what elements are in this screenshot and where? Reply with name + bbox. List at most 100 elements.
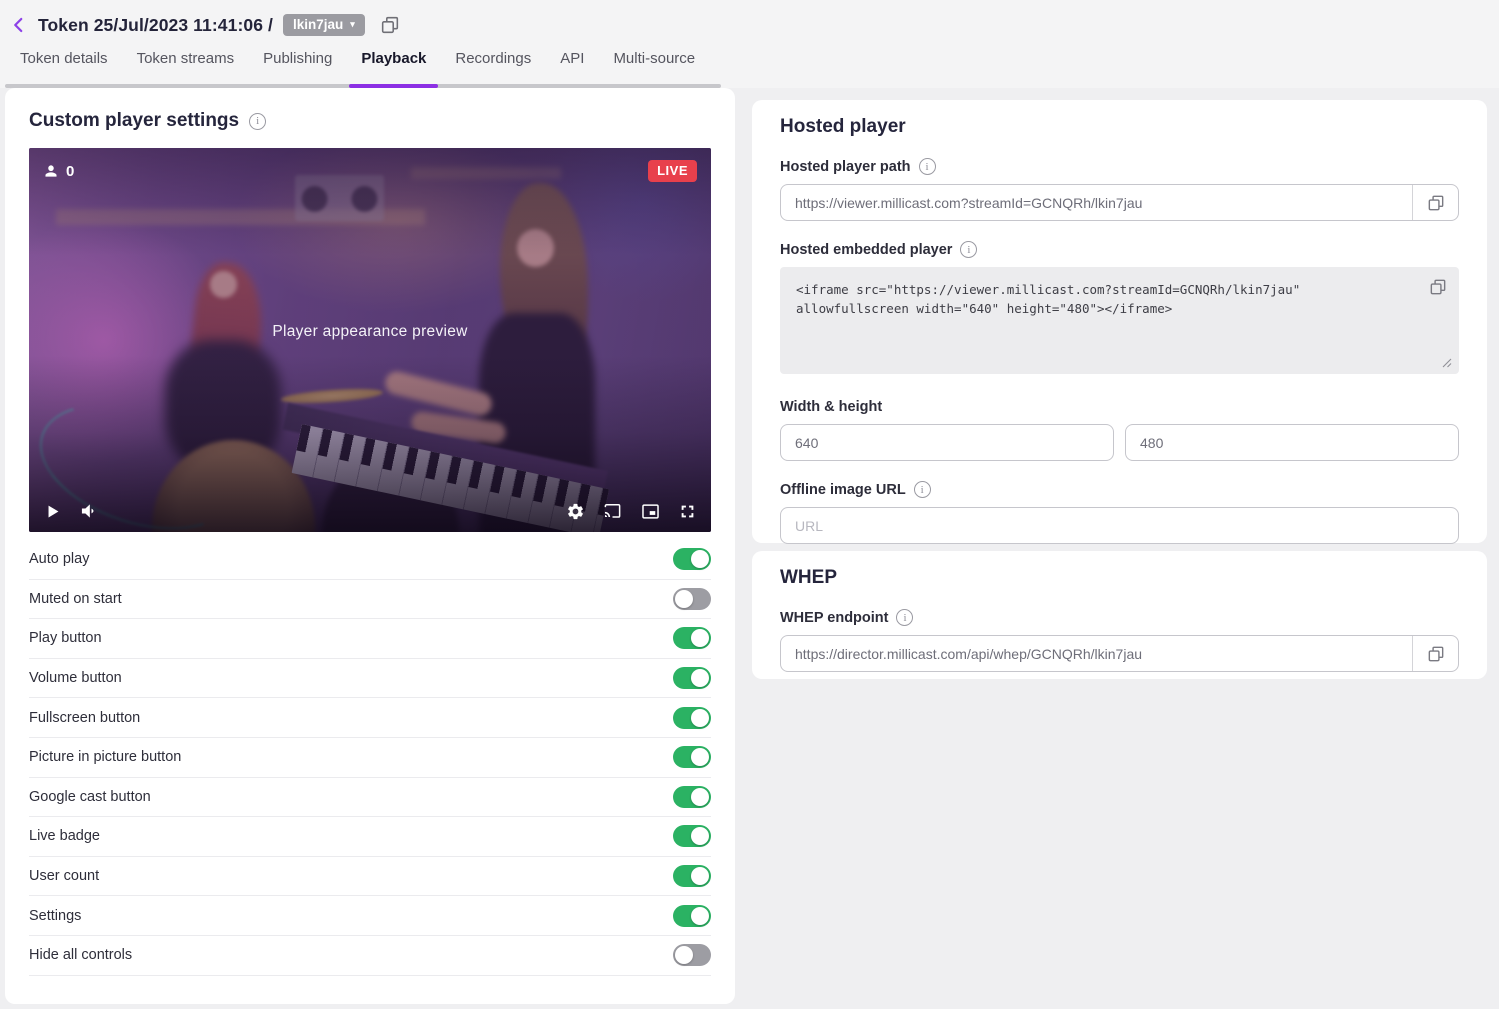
tab-token-streams[interactable]: Token streams — [137, 50, 235, 79]
toggle-row-user-count: User count — [29, 857, 711, 897]
toggle-list: Auto play Muted on start Play button Volume… — [29, 540, 711, 976]
whep-heading: WHEP — [780, 567, 1459, 589]
whep-endpoint-label: WHEP endpoint i — [780, 609, 1459, 626]
toggle-switch[interactable] — [673, 825, 711, 847]
tab-token-details[interactable]: Token details — [20, 50, 108, 79]
toggle-label: User count — [29, 868, 99, 884]
tab-bar: Token details Token streams Publishing Play… — [5, 42, 721, 88]
toggle-switch[interactable] — [673, 746, 711, 768]
tab-publishing[interactable]: Publishing — [263, 50, 332, 79]
copy-hosted-player-path-button[interactable] — [1412, 185, 1458, 220]
player-top-bar: 0 LIVE — [29, 148, 711, 194]
width-input[interactable] — [780, 424, 1114, 461]
breadcrumb: Token 25/Jul/2023 11:41:06 / lkin7jau ▾ — [0, 0, 1499, 36]
tab-multi-source[interactable]: Multi-source — [613, 50, 695, 79]
fullscreen-icon[interactable] — [678, 502, 697, 521]
toggle-switch[interactable] — [673, 667, 711, 689]
toggle-label: Volume button — [29, 670, 122, 686]
toggle-label: Live badge — [29, 828, 100, 844]
page: Token 25/Jul/2023 11:41:06 / lkin7jau ▾ … — [0, 0, 1499, 1009]
toggle-row-google-cast-button: Google cast button — [29, 778, 711, 818]
embed-code-field: <iframe src="https://viewer.millicast.co… — [780, 267, 1459, 379]
size-inputs — [780, 424, 1459, 461]
toggle-switch[interactable] — [673, 944, 711, 966]
toggle-row-muted-on-start: Muted on start — [29, 580, 711, 620]
token-name-dropdown[interactable]: lkin7jau ▾ — [283, 14, 365, 36]
chevron-down-icon: ▾ — [350, 20, 355, 29]
offline-image-url-input[interactable] — [781, 508, 1458, 543]
player-control-bar — [29, 490, 711, 532]
toggle-label: Auto play — [29, 551, 89, 567]
toggle-row-volume-button: Volume button — [29, 659, 711, 699]
page-title: Token 25/Jul/2023 11:41:06 / — [38, 15, 273, 36]
player-controls-right — [566, 502, 697, 521]
toggle-switch[interactable] — [673, 548, 711, 570]
info-icon[interactable]: i — [960, 241, 977, 258]
info-icon[interactable]: i — [914, 481, 931, 498]
player-preview: 0 LIVE Player appearance preview — [29, 148, 711, 532]
toggle-switch[interactable] — [673, 865, 711, 887]
toggle-switch[interactable] — [673, 627, 711, 649]
resize-grip-icon[interactable] — [1442, 355, 1452, 373]
hosted-player-path-input[interactable] — [781, 185, 1412, 220]
copy-token-name-button[interactable] — [379, 14, 401, 36]
toggle-label: Settings — [29, 908, 81, 924]
toggle-switch[interactable] — [673, 588, 711, 610]
viewer-count-value: 0 — [66, 163, 74, 180]
offline-image-url-label: Offline image URL i — [780, 481, 1459, 498]
settings-gear-icon[interactable] — [566, 502, 585, 521]
offline-image-url-field — [780, 507, 1459, 544]
viewer-count: 0 — [43, 163, 74, 180]
info-icon[interactable]: i — [919, 158, 936, 175]
volume-icon[interactable] — [79, 501, 99, 521]
player-controls-left — [43, 501, 99, 521]
whep-endpoint-field — [780, 635, 1459, 672]
custom-player-settings-panel: Custom player settings i — [5, 88, 735, 1004]
tab-api[interactable]: API — [560, 50, 584, 79]
token-name: lkin7jau — [293, 17, 343, 32]
hosted-player-path-field — [780, 184, 1459, 221]
info-icon[interactable]: i — [896, 609, 913, 626]
copy-embed-code-button[interactable] — [1428, 277, 1448, 297]
whep-endpoint-input[interactable] — [781, 636, 1412, 671]
tabs: Token details Token streams Publishing Play… — [5, 42, 721, 79]
toggle-label: Hide all controls — [29, 947, 132, 963]
play-icon[interactable] — [43, 502, 62, 521]
hosted-embedded-player-label: Hosted embedded player i — [780, 241, 1459, 258]
toggle-label: Muted on start — [29, 591, 122, 607]
user-count-icon — [43, 163, 59, 179]
toggle-switch[interactable] — [673, 707, 711, 729]
back-chevron-icon[interactable] — [10, 16, 28, 34]
embed-code-textarea[interactable]: <iframe src="https://viewer.millicast.co… — [780, 267, 1459, 374]
live-badge: LIVE — [648, 160, 697, 182]
hosted-player-heading: Hosted player — [780, 116, 1459, 138]
toggle-label: Google cast button — [29, 789, 151, 805]
toggle-switch[interactable] — [673, 905, 711, 927]
google-cast-icon[interactable] — [602, 502, 623, 521]
toggle-row-picture-in-picture-button: Picture in picture button — [29, 738, 711, 778]
custom-player-settings-title: Custom player settings — [29, 110, 239, 132]
picture-in-picture-icon[interactable] — [640, 502, 661, 521]
hosted-player-panel: Hosted player Hosted player path i Hoste… — [752, 100, 1487, 543]
info-icon[interactable]: i — [249, 113, 266, 130]
toggle-row-fullscreen-button: Fullscreen button — [29, 698, 711, 738]
header: Token 25/Jul/2023 11:41:06 / lkin7jau ▾ … — [0, 0, 1499, 88]
toggle-row-play-button: Play button — [29, 619, 711, 659]
custom-player-settings-heading: Custom player settings i — [29, 110, 711, 132]
toggle-label: Picture in picture button — [29, 749, 181, 765]
hosted-player-path-label: Hosted player path i — [780, 158, 1459, 175]
toggle-row-live-badge: Live badge — [29, 817, 711, 857]
toggle-label: Fullscreen button — [29, 710, 140, 726]
player-appearance-preview-text: Player appearance preview — [29, 323, 711, 341]
toggle-row-settings: Settings — [29, 896, 711, 936]
toggle-row-auto-play: Auto play — [29, 540, 711, 580]
whep-panel: WHEP WHEP endpoint i — [752, 551, 1487, 679]
width-height-label: Width & height — [780, 399, 1459, 415]
toggle-row-hide-all-controls: Hide all controls — [29, 936, 711, 976]
toggle-label: Play button — [29, 630, 102, 646]
tab-playback[interactable]: Playback — [361, 50, 426, 79]
tab-recordings[interactable]: Recordings — [455, 50, 531, 79]
height-input[interactable] — [1125, 424, 1459, 461]
copy-whep-endpoint-button[interactable] — [1412, 636, 1458, 671]
toggle-switch[interactable] — [673, 786, 711, 808]
